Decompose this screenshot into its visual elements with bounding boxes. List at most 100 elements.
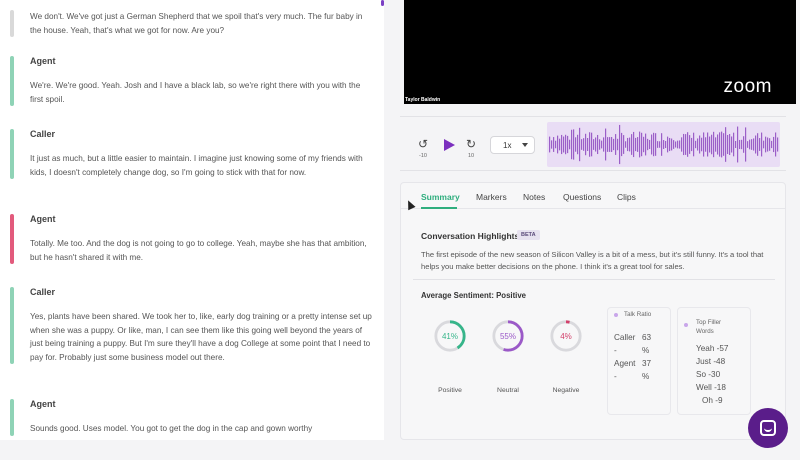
gauge-label-neutral: Neutral [497,387,519,394]
speaker-bar [10,10,14,37]
waveform-bar [663,140,665,149]
waveform-bar [739,139,741,150]
chevron-down-icon [522,143,528,147]
audio-player: ↺ -10 ↻ 10 1x [400,116,786,171]
waveform-bar [625,141,627,148]
tab-bar: Summary Markers Notes Questions Clips [401,183,785,209]
waveform-bar [763,140,765,149]
waveform-bar [689,135,691,154]
scrollbar-thumb[interactable] [381,0,384,6]
waveform-bar [725,127,727,162]
talk-ratio-label: Caller [614,333,636,342]
speaker-name: Caller [30,287,56,297]
waveform-bar [563,136,565,153]
waveform-bar [561,134,563,155]
waveform-bar [667,136,669,153]
waveform-bar [709,136,711,153]
waveform-bar [753,138,755,151]
waveform-bar [723,133,725,156]
waveform-bar [559,138,561,151]
beta-badge: BETA [517,230,540,240]
waveform-bar [567,135,569,154]
sentiment-gauge-positive: 41% [434,320,466,352]
waveform-bar [737,126,739,163]
gauge-value: 55% [500,332,516,341]
filler-word-count: -57 [716,344,729,353]
waveform-bar [711,134,713,155]
forward-button[interactable]: ↻ 10 [466,137,476,159]
speaker-name: Agent [30,214,56,224]
tab-markers[interactable]: Markers [476,192,507,202]
gauge-label-negative: Negative [552,387,580,394]
waveform-bar [727,134,729,155]
sentiment-gauge-negative: 4% [550,320,582,352]
insights-card: Summary Markers Notes Questions Clips Co… [400,182,786,440]
transcript-message: Caller Yes, plants have been shared. We … [10,287,372,364]
waveform-bar [597,134,599,155]
waveform-bar [649,139,651,150]
tab-questions[interactable]: Questions [563,192,601,202]
waveform-bar [591,132,593,157]
waveform-bar [607,137,609,152]
waveform-bar [555,140,557,149]
talk-ratio-card: Talk Ratio Caller 63 - % Agent 37 - % [607,307,671,415]
waveform-bar [721,131,723,158]
talk-ratio-value: 63 [642,333,652,342]
speaker-bar [10,287,14,364]
sentiment-gauge-neutral: 55% [492,320,524,352]
waveform-bar [747,141,749,148]
waveform[interactable] [547,122,780,167]
waveform-bar [617,138,619,151]
waveform-bar [581,139,583,150]
waveform-bar [655,133,657,156]
rewind-seconds: -10 [419,153,427,159]
waveform-bar [619,124,621,165]
waveform-bar [577,134,579,155]
transcript-message: Agent We're. We're good. Yeah. Josh and … [10,56,372,106]
waveform-bar [665,140,667,149]
waveform-bar [713,131,715,158]
tab-notes[interactable]: Notes [523,192,545,202]
speaker-bar [10,129,14,179]
waveform-bar [565,134,567,155]
waveform-bar [743,136,745,153]
waveform-bar [675,141,677,148]
waveform-bar [699,135,701,154]
filler-word-label: Yeah [696,344,715,353]
filler-word-count: -9 [715,396,723,405]
waveform-bar [701,137,703,152]
playback-speed-select[interactable]: 1x [490,136,535,154]
video-player[interactable]: zoom Taylor Baldwin [404,0,796,104]
waveform-bar [549,136,551,153]
play-button[interactable] [444,139,455,151]
tab-summary[interactable]: Summary [421,192,460,202]
waveform-bar [661,133,663,156]
filler-words-title-line1: Top Filler [696,319,722,326]
filler-word: Oh -9 [702,396,723,405]
filler-words-card: Top Filler Words Yeah -57 Just -48 So -3… [677,307,751,415]
transcript-message: Agent Sounds good. Uses model. You got t… [10,399,372,436]
waveform-bar [583,138,585,151]
waveform-bar [735,140,737,149]
filler-words-dot [684,323,688,327]
waveform-bar [755,135,757,154]
talk-ratio-value: % [642,372,650,381]
talk-ratio-label: - [614,372,617,381]
transcript-message: Agent Totally. Me too. And the dog is no… [10,214,372,264]
filler-words-title-line2: Words [696,328,714,335]
tab-clips[interactable]: Clips [617,192,636,202]
waveform-bar [569,139,571,150]
talk-ratio-title: Talk Ratio [624,311,652,318]
waveform-bar [681,137,683,152]
message-text: We're. We're good. Yeah. Josh and I have… [30,81,361,104]
waveform-bar [571,129,573,160]
waveform-bar [759,138,761,151]
chat-launcher-button[interactable] [748,408,788,448]
talk-ratio-value: % [642,346,650,355]
waveform-bar [611,136,613,153]
speaker-name: Agent [30,56,56,66]
waveform-bar [647,138,649,151]
waveform-bar [589,132,591,157]
rewind-button[interactable]: ↺ -10 [418,137,428,159]
waveform-bar [623,135,625,154]
